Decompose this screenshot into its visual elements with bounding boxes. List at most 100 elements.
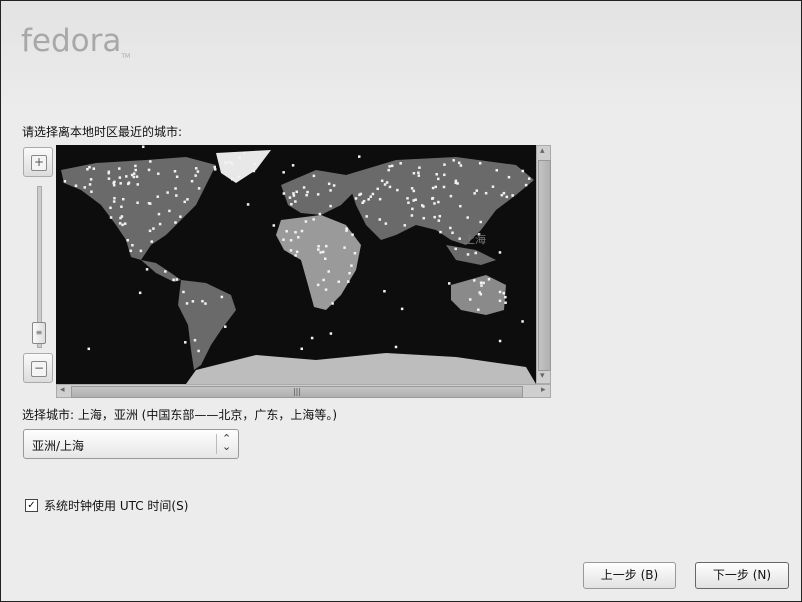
city-dot[interactable] <box>376 187 379 191</box>
city-dot[interactable] <box>253 162 257 166</box>
city-dot[interactable] <box>317 248 320 251</box>
city-dot[interactable] <box>383 289 386 293</box>
city-dot[interactable] <box>136 201 139 204</box>
city-dot[interactable] <box>495 169 499 172</box>
city-dot[interactable] <box>318 212 322 216</box>
city-dot[interactable] <box>324 288 328 291</box>
city-dot[interactable] <box>246 203 250 206</box>
city-dot[interactable] <box>412 199 415 202</box>
city-dot[interactable] <box>418 166 421 169</box>
city-dot[interactable] <box>482 281 485 285</box>
city-dot[interactable] <box>89 178 93 181</box>
city-dot[interactable] <box>480 284 483 287</box>
city-dot[interactable] <box>343 246 346 249</box>
city-dot[interactable] <box>174 221 177 224</box>
city-dot[interactable] <box>190 179 194 183</box>
city-dot[interactable] <box>134 164 137 168</box>
city-dot[interactable] <box>118 222 122 225</box>
city-dot[interactable] <box>118 176 122 179</box>
city-dot[interactable] <box>454 247 457 251</box>
city-dot[interactable] <box>322 250 325 254</box>
city-dot[interactable] <box>498 251 502 254</box>
city-dot[interactable] <box>502 191 506 195</box>
city-dot[interactable] <box>295 190 299 194</box>
city-dot[interactable] <box>122 197 125 201</box>
city-dot[interactable] <box>306 190 309 194</box>
city-dot[interactable] <box>289 249 293 252</box>
city-dot[interactable] <box>511 194 514 197</box>
city-dot[interactable] <box>406 197 409 200</box>
city-dot[interactable] <box>433 215 436 219</box>
city-dot[interactable] <box>305 193 308 197</box>
city-dot[interactable] <box>316 283 320 287</box>
city-dot[interactable] <box>300 229 304 233</box>
city-dot[interactable] <box>213 165 217 169</box>
city-dot[interactable] <box>164 270 167 273</box>
city-dot[interactable] <box>126 238 129 242</box>
city-dot[interactable] <box>150 240 154 243</box>
city-dot[interactable] <box>478 291 481 294</box>
city-dot[interactable] <box>186 198 189 201</box>
world-map-svg[interactable]: 上海 <box>56 145 536 384</box>
city-dot[interactable] <box>185 302 189 305</box>
zoom-slider-thumb[interactable]: ≡ <box>32 322 46 344</box>
city-dot[interactable] <box>107 170 111 174</box>
city-dot[interactable] <box>135 175 139 178</box>
city-dot[interactable] <box>324 257 327 260</box>
city-dot[interactable] <box>92 167 96 170</box>
city-dot[interactable] <box>289 238 293 242</box>
city-dot[interactable] <box>431 196 435 200</box>
city-dot[interactable] <box>228 160 232 164</box>
city-dot[interactable] <box>437 177 440 181</box>
city-dot[interactable] <box>282 192 286 195</box>
city-dot[interactable] <box>282 238 285 241</box>
city-dot[interactable] <box>243 151 246 155</box>
city-dot[interactable] <box>63 180 67 183</box>
city-dot[interactable] <box>139 249 143 253</box>
city-dot[interactable] <box>230 178 234 181</box>
city-dot[interactable] <box>282 171 285 174</box>
city-dot[interactable] <box>394 345 398 349</box>
city-dot[interactable] <box>194 174 197 177</box>
city-dot[interactable] <box>478 161 482 165</box>
city-dot[interactable] <box>412 172 416 175</box>
city-dot[interactable] <box>451 231 454 235</box>
city-dot[interactable] <box>288 196 292 199</box>
city-dot[interactable] <box>294 200 297 203</box>
city-dot[interactable] <box>367 198 370 201</box>
city-dot[interactable] <box>317 244 320 248</box>
city-dot[interactable] <box>437 219 441 222</box>
city-dot[interactable] <box>449 194 453 198</box>
city-dot[interactable] <box>294 254 297 257</box>
city-dot[interactable] <box>197 349 200 353</box>
city-dot[interactable] <box>387 168 390 172</box>
city-dot[interactable] <box>118 167 121 170</box>
city-dot[interactable] <box>411 207 414 211</box>
city-dot[interactable] <box>353 251 357 255</box>
city-dot[interactable] <box>459 164 463 167</box>
city-dot[interactable] <box>125 175 128 178</box>
city-dot[interactable] <box>290 202 293 206</box>
city-dot[interactable] <box>527 177 531 180</box>
city-dot[interactable] <box>138 291 142 295</box>
city-dot[interactable] <box>291 164 295 167</box>
city-dot[interactable] <box>120 205 123 208</box>
city-dot[interactable] <box>87 347 91 351</box>
city-dot[interactable] <box>300 347 304 351</box>
city-dot[interactable] <box>378 197 382 201</box>
city-dot[interactable] <box>442 185 446 189</box>
city-dot[interactable] <box>498 290 502 294</box>
city-dot[interactable] <box>365 215 368 218</box>
city-dot[interactable] <box>294 230 297 234</box>
city-dot[interactable] <box>431 186 435 190</box>
city-dot[interactable] <box>194 167 198 170</box>
city-dot[interactable] <box>329 189 332 192</box>
city-dot[interactable] <box>86 167 89 171</box>
city-dot[interactable] <box>225 161 228 165</box>
city-dot[interactable] <box>201 299 204 303</box>
city-dot[interactable] <box>380 179 384 183</box>
city-dot[interactable] <box>196 170 200 173</box>
city-dot[interactable] <box>504 301 507 304</box>
city-dot[interactable] <box>224 325 227 328</box>
city-dot[interactable] <box>197 187 201 190</box>
